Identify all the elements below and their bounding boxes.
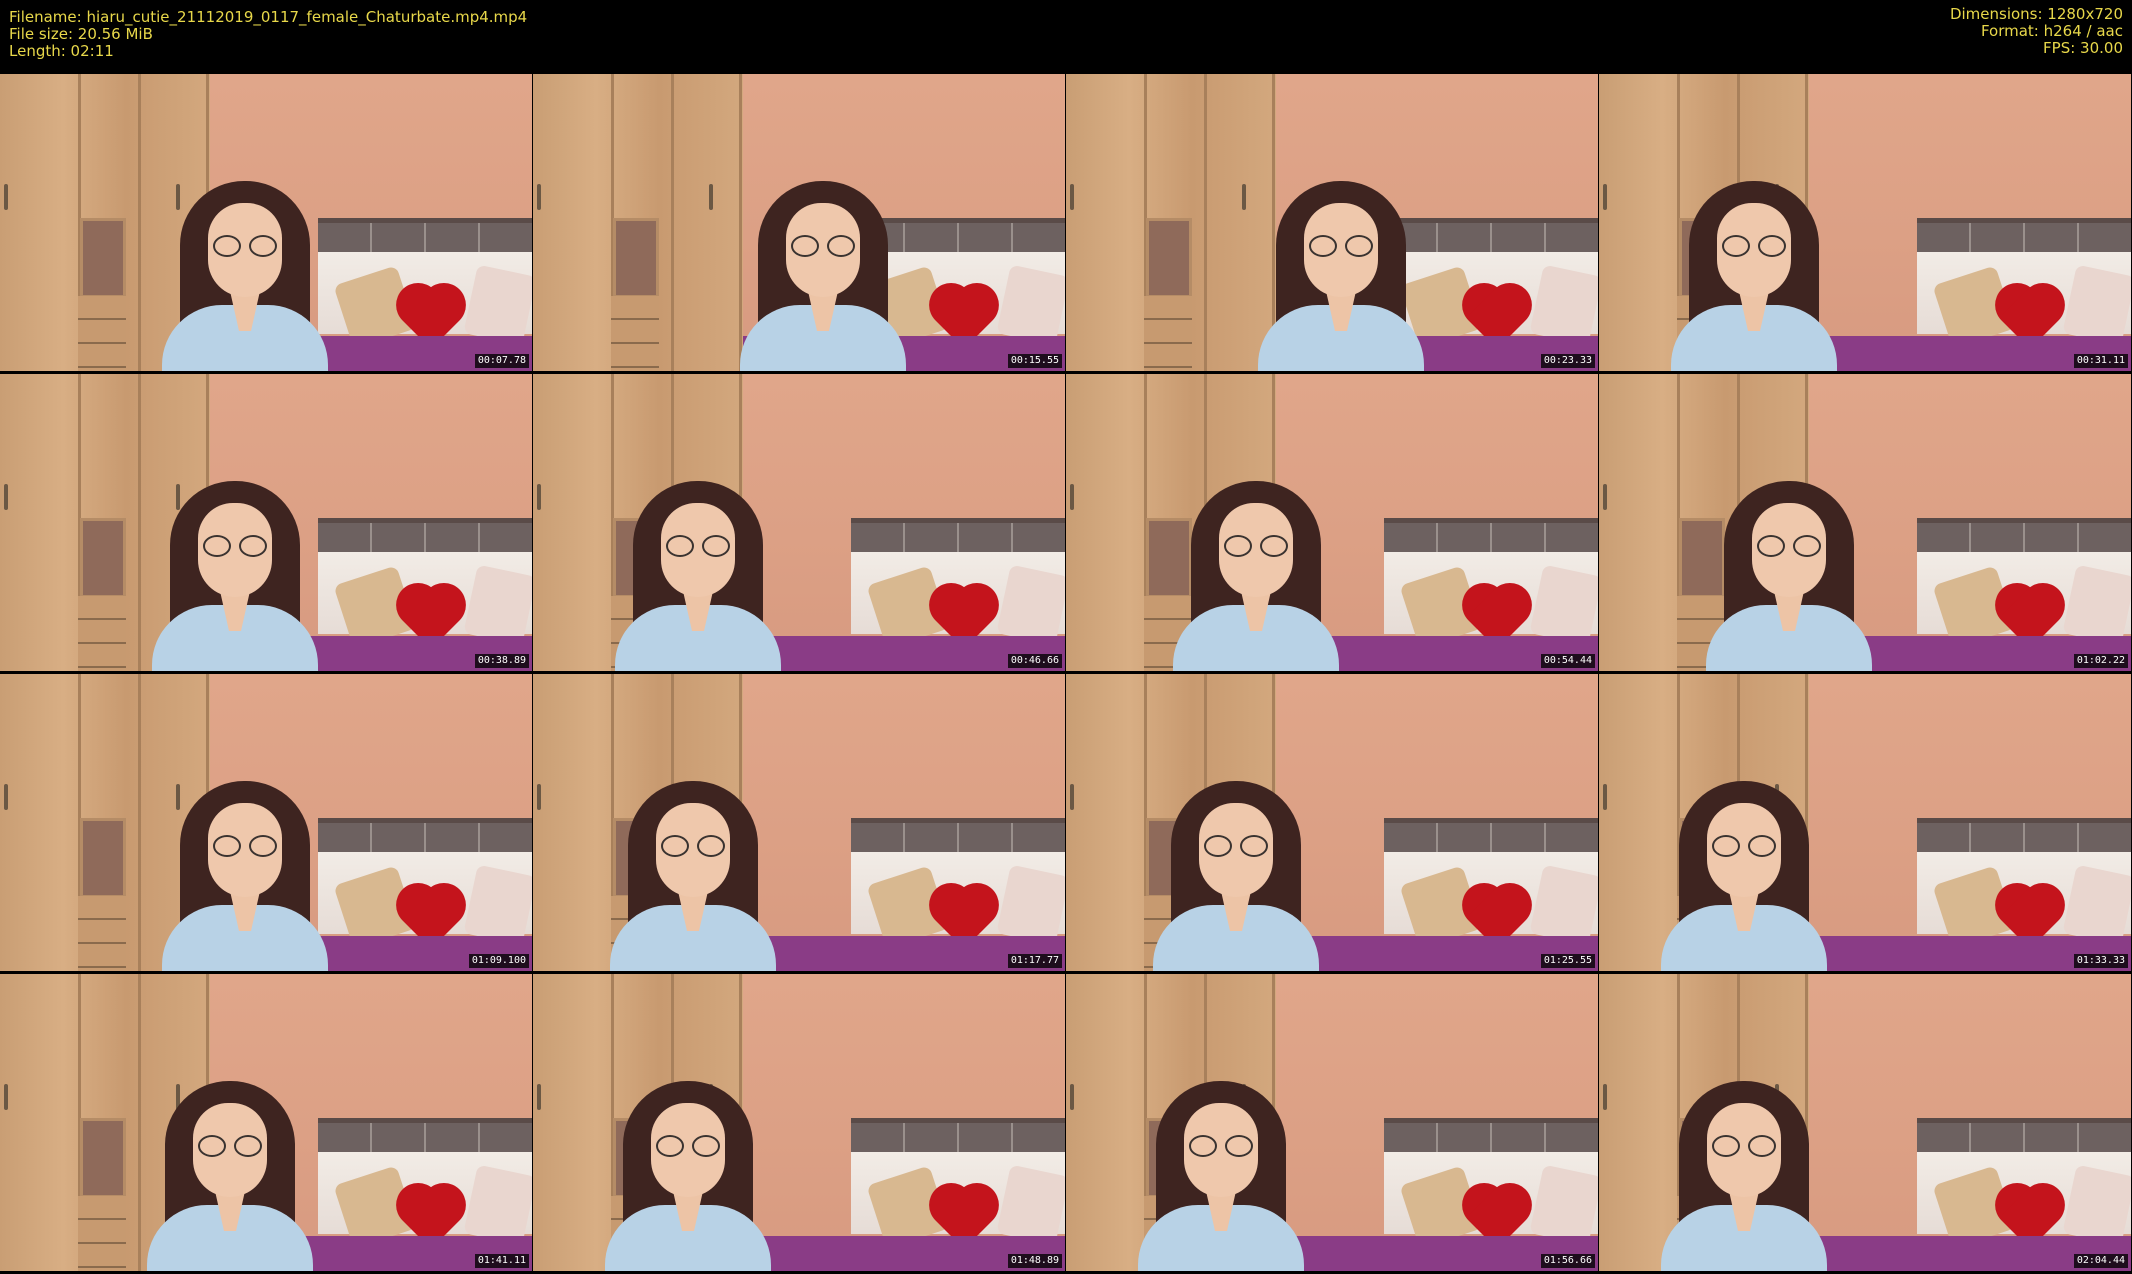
- drawers: [1144, 296, 1192, 371]
- person: [593, 1081, 783, 1271]
- glasses-icon: [195, 1135, 265, 1159]
- fps-text: FPS: 30.00: [2043, 39, 2123, 57]
- filesize-text: File size: 20.56 MiB: [9, 25, 153, 43]
- person: [150, 781, 340, 971]
- thumbnail-frame: 01:41.11: [0, 974, 532, 1271]
- thumbnail-frame: 02:04.44: [1599, 974, 2131, 1271]
- thumbnail-frame: 01:33.33: [1599, 674, 2131, 971]
- timestamp-label: 00:54.44: [1540, 654, 1595, 668]
- thumbnail-frame: 01:56.66: [1066, 974, 1598, 1271]
- timestamp-label: 01:09.100: [468, 954, 529, 968]
- timestamp-label: 01:25.55: [1540, 954, 1595, 968]
- glasses-icon: [1719, 235, 1789, 259]
- person: [1141, 781, 1331, 971]
- thumbnail-frame: 00:38.89: [0, 374, 532, 671]
- glasses-icon: [1201, 835, 1271, 859]
- thumbnail-frame: 00:23.33: [1066, 74, 1598, 371]
- drawers: [611, 296, 659, 371]
- drawers: [78, 1196, 126, 1271]
- mirror: [80, 1118, 126, 1198]
- timestamp-label: 00:46.66: [1007, 654, 1062, 668]
- timestamp-label: 01:48.89: [1007, 1254, 1062, 1268]
- glasses-icon: [663, 535, 733, 559]
- thumbnail-frame: 00:46.66: [533, 374, 1065, 671]
- glasses-icon: [658, 835, 728, 859]
- person: [1659, 181, 1849, 371]
- person: [150, 181, 340, 371]
- thumbnail-frame: 00:07.78: [0, 74, 532, 371]
- mirror: [80, 518, 126, 598]
- thumbnail-frame: 01:25.55: [1066, 674, 1598, 971]
- timestamp-label: 01:17.77: [1007, 954, 1062, 968]
- glasses-icon: [210, 235, 280, 259]
- person: [140, 481, 330, 671]
- glasses-icon: [210, 835, 280, 859]
- person: [1246, 181, 1436, 371]
- person: [728, 181, 918, 371]
- thumbnail-frame: 00:31.11: [1599, 74, 2131, 371]
- drawers: [78, 296, 126, 371]
- filename-text: Filename: hiaru_cutie_21112019_0117_fema…: [9, 8, 528, 26]
- timestamp-label: 00:07.78: [474, 354, 529, 368]
- glasses-icon: [1306, 235, 1376, 259]
- glasses-icon: [1754, 535, 1824, 559]
- glasses-icon: [1709, 835, 1779, 859]
- timestamp-label: 01:02.22: [2073, 654, 2128, 668]
- person: [1161, 481, 1351, 671]
- mirror: [1146, 218, 1192, 298]
- metadata-right: Dimensions: 1280x720 Format: h264 / aac …: [1950, 6, 2123, 57]
- thumbnail-frame: 01:09.100: [0, 674, 532, 971]
- mirror: [80, 818, 126, 898]
- length-text: Length: 02:11: [9, 42, 114, 60]
- timestamp-label: 00:23.33: [1540, 354, 1595, 368]
- drawers: [78, 596, 126, 671]
- timestamp-label: 00:15.55: [1007, 354, 1062, 368]
- person: [135, 1081, 325, 1271]
- wardrobe: [533, 74, 743, 371]
- glasses-icon: [788, 235, 858, 259]
- thumbnail-frame: 00:54.44: [1066, 374, 1598, 671]
- person: [1649, 781, 1839, 971]
- person: [603, 481, 793, 671]
- glasses-icon: [1186, 1135, 1256, 1159]
- timestamp-label: 01:41.11: [474, 1254, 529, 1268]
- thumbnail-grid: 00:07.78 00:15.55 00:23.33 00:31.11 00:38.89…: [0, 74, 2132, 1274]
- thumbnail-frame: 01:02.22: [1599, 374, 2131, 671]
- mirror: [80, 218, 126, 298]
- glasses-icon: [1221, 535, 1291, 559]
- drawers: [78, 896, 126, 971]
- thumbnail-frame: 01:48.89: [533, 974, 1065, 1271]
- glasses-icon: [200, 535, 270, 559]
- thumbnail-frame: 00:15.55: [533, 74, 1065, 371]
- timestamp-label: 02:04.44: [2073, 1254, 2128, 1268]
- wardrobe: [1066, 74, 1276, 371]
- glasses-icon: [653, 1135, 723, 1159]
- timestamp-label: 01:33.33: [2073, 954, 2128, 968]
- person: [1126, 1081, 1316, 1271]
- timestamp-label: 01:56.66: [1540, 1254, 1595, 1268]
- dimensions-text: Dimensions: 1280x720: [1949, 5, 2123, 23]
- glasses-icon: [1709, 1135, 1779, 1159]
- person: [1649, 1081, 1839, 1271]
- mirror: [613, 218, 659, 298]
- timestamp-label: 00:31.11: [2073, 354, 2128, 368]
- format-text: Format: h264 / aac: [1980, 22, 2123, 40]
- person: [1694, 481, 1884, 671]
- metadata-left: Filename: hiaru_cutie_21112019_0117_fema…: [9, 9, 527, 60]
- metadata-header: Filename: hiaru_cutie_21112019_0117_fema…: [0, 0, 2132, 74]
- thumbnail-frame: 01:17.77: [533, 674, 1065, 971]
- person: [598, 781, 788, 971]
- timestamp-label: 00:38.89: [474, 654, 529, 668]
